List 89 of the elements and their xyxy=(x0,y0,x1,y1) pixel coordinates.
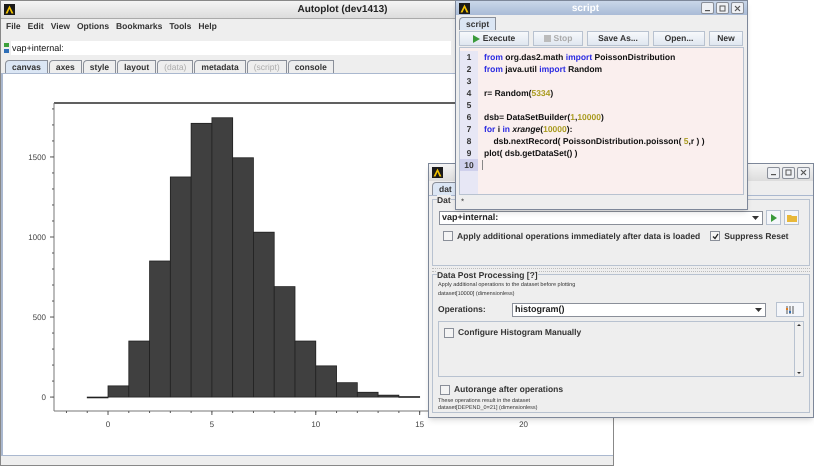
logo-icon xyxy=(432,167,443,178)
close-icon xyxy=(734,4,741,12)
maximize-button[interactable] xyxy=(782,166,795,178)
toolbar-button[interactable]: Execute xyxy=(459,31,529,46)
menu-item[interactable]: Options xyxy=(76,20,110,32)
data-source-combo[interactable]: vap+internal: xyxy=(439,210,763,224)
checkbox-label: Autorange after operations xyxy=(454,383,564,396)
tab[interactable]: layout xyxy=(117,60,156,73)
close-icon xyxy=(800,169,807,176)
checkbox[interactable] xyxy=(443,231,453,242)
logo-icon xyxy=(459,2,470,14)
code-line: dsb= DataSetBuilder(1,10000) xyxy=(483,111,604,123)
line-number: 2 xyxy=(460,63,478,75)
window-title: Autoplot (dev1413) xyxy=(297,3,388,17)
minimize-button[interactable] xyxy=(767,166,780,178)
close-button[interactable] xyxy=(731,2,744,14)
play-icon xyxy=(770,214,776,222)
tab[interactable]: style xyxy=(82,60,116,73)
menu-item[interactable]: File xyxy=(6,20,21,32)
scrollbar[interactable] xyxy=(794,322,803,376)
maximize-icon xyxy=(785,169,792,176)
tab[interactable]: console xyxy=(288,60,334,73)
group-label: Data Post Processing [?] xyxy=(437,270,538,280)
minimize-button[interactable] xyxy=(701,2,714,14)
folder-icon xyxy=(786,214,796,222)
line-number: 1 xyxy=(460,51,478,63)
group-label: Dat xyxy=(437,195,451,205)
text-cursor xyxy=(482,160,483,170)
tab[interactable]: axes xyxy=(48,60,82,73)
toolbar-button[interactable]: Save As... xyxy=(587,31,649,46)
menu-item[interactable]: Edit xyxy=(28,20,44,32)
status-text: * xyxy=(461,196,464,208)
line-number: 4 xyxy=(460,87,478,99)
x-tick-label: 15 xyxy=(415,420,424,429)
checkbox-label: Suppress Reset xyxy=(724,230,788,243)
dropdown-arrow-icon xyxy=(752,216,759,220)
y-tick-label: 500 xyxy=(32,313,46,322)
operations-label: Operations: xyxy=(438,303,487,316)
logo-icon xyxy=(4,4,15,15)
scroll-down-icon xyxy=(795,370,803,376)
menu-item[interactable]: Help xyxy=(198,20,217,32)
data-source-icon xyxy=(4,43,9,53)
line-number: 10 xyxy=(460,159,478,171)
close-button[interactable] xyxy=(797,166,810,178)
menu-item[interactable]: Tools xyxy=(169,20,192,32)
maximize-icon xyxy=(719,4,726,12)
tab[interactable]: metadata xyxy=(194,60,246,73)
menu-item[interactable]: Bookmarks xyxy=(116,20,162,32)
y-tick-label: 1500 xyxy=(28,152,46,162)
line-number: 5 xyxy=(460,99,478,111)
scroll-up-icon xyxy=(795,322,803,328)
filter-settings-button[interactable] xyxy=(776,302,804,318)
x-tick-label: 0 xyxy=(106,420,110,429)
code-line: r= Random(5334) xyxy=(483,87,554,99)
line-number-gutter xyxy=(460,171,478,194)
y-tick-label: 0 xyxy=(42,393,46,402)
line-number: 9 xyxy=(460,147,478,159)
x-tick-label: 20 xyxy=(519,420,528,429)
x-tick-label: 5 xyxy=(210,420,214,429)
operations-combo[interactable]: histogram() xyxy=(512,302,766,317)
maximize-button[interactable] xyxy=(716,2,729,14)
toolbar-button[interactable]: Open... xyxy=(653,31,705,46)
menu-item[interactable]: View xyxy=(50,20,70,32)
code-line: from java.util import Random xyxy=(483,63,602,75)
tab[interactable]: canvas xyxy=(5,60,48,73)
window-title: script xyxy=(572,2,600,16)
toolbar-button[interactable]: New xyxy=(709,31,743,46)
code-line: from org.das2.math import PoissonDistribution xyxy=(483,51,676,63)
checkbox-label: Configure Histogram Manually xyxy=(458,326,582,339)
checkbox[interactable] xyxy=(710,231,720,242)
stop-icon xyxy=(544,35,551,42)
line-number: 3 xyxy=(460,75,478,87)
y-tick-label: 1000 xyxy=(28,233,46,242)
code-line: dsb.nextRecord( PoissonDistribution.poisson( 5,r ) ) xyxy=(492,135,705,147)
code-line: plot( dsb.getDataSet() ) xyxy=(483,147,578,159)
line-number: 7 xyxy=(460,123,478,135)
sliders-icon xyxy=(786,306,794,314)
x-tick-label: 10 xyxy=(311,420,320,429)
tab[interactable]: script xyxy=(459,17,496,30)
checkbox[interactable] xyxy=(444,328,454,338)
play-icon xyxy=(472,34,480,42)
address-field[interactable]: vap+internal: xyxy=(11,41,451,55)
run-button[interactable] xyxy=(766,210,781,225)
line-number: 6 xyxy=(460,111,478,123)
checkbox-label: Apply additional operations immediately after data is loaded xyxy=(457,230,700,243)
code-line: for i in xrange(10000): xyxy=(483,123,572,135)
line-number: 8 xyxy=(460,135,478,147)
checkbox[interactable] xyxy=(440,384,450,395)
dropdown-arrow-icon xyxy=(755,308,762,312)
